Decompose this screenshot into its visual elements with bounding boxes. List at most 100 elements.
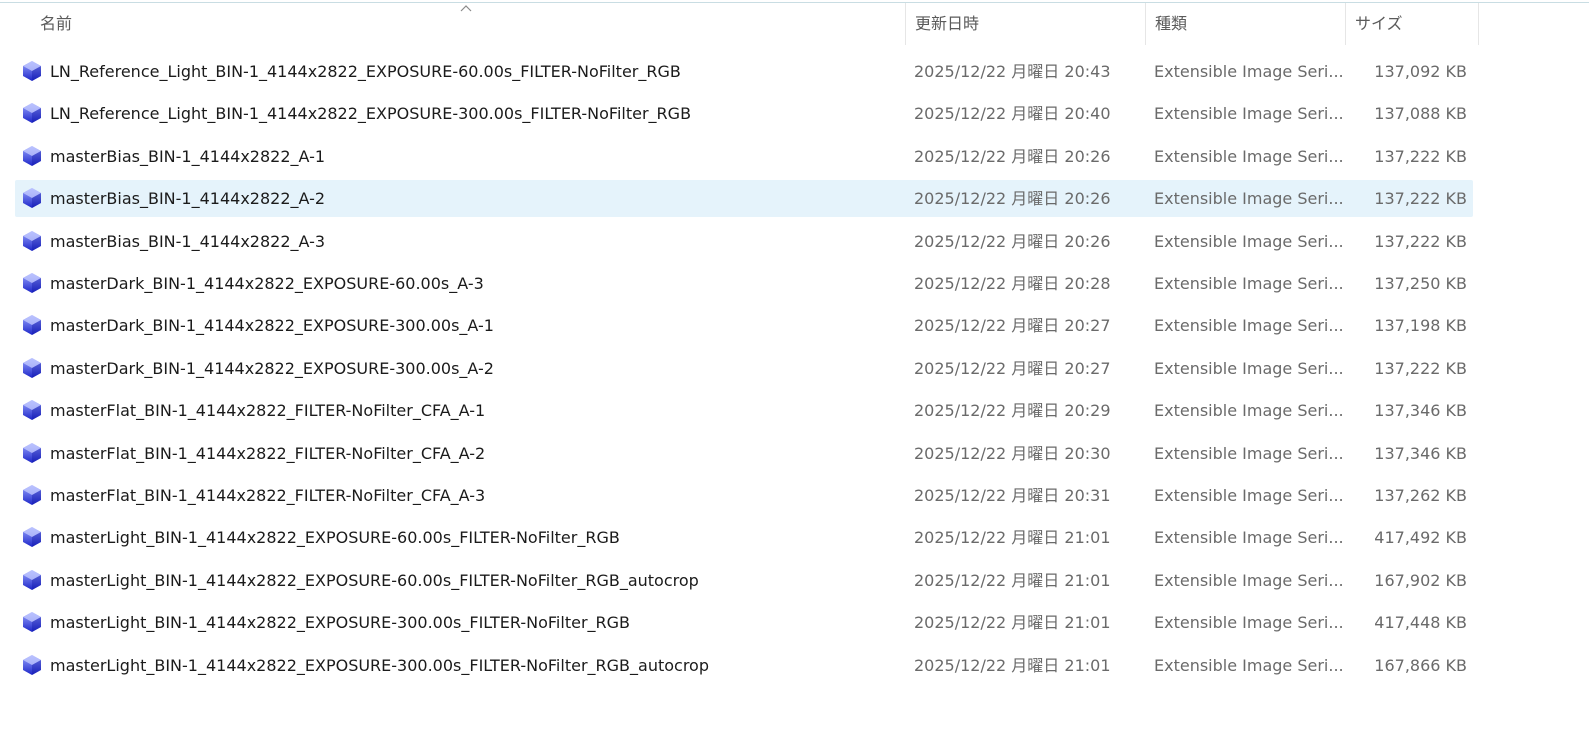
file-modified-date: 2025/12/22 月曜日 20:31 [914,486,1111,505]
file-row[interactable]: masterBias_BIN-1_4144x2822_A-2 2025/12/22… [15,180,1473,217]
file-name: masterLight_BIN-1_4144x2822_EXPOSURE-60.… [50,571,699,590]
file-row[interactable]: LN_Reference_Light_BIN-1_4144x2822_EXPOS… [15,95,1473,132]
column-header-name-label: 名前 [40,14,73,33]
column-header-size[interactable]: サイズ [1355,3,1477,45]
file-size: 167,866 KB [1374,656,1467,675]
xisf-file-icon [23,400,41,420]
xisf-file-icon [23,358,41,378]
column-header-row: 名前 更新日時 種類 サイズ [0,3,1480,45]
file-type: Extensible Image Seri... [1154,104,1344,123]
file-row[interactable]: masterBias_BIN-1_4144x2822_A-3 2025/12/22… [15,223,1473,260]
column-header-date-label: 更新日時 [915,14,980,33]
xisf-file-icon [23,655,41,675]
file-type: Extensible Image Seri... [1154,571,1344,590]
file-modified-date: 2025/12/22 月曜日 20:28 [914,274,1111,293]
xisf-file-icon [23,188,41,208]
column-header-date[interactable]: 更新日時 [915,3,1145,45]
file-modified-date: 2025/12/22 月曜日 20:27 [914,359,1111,378]
file-row[interactable]: masterFlat_BIN-1_4144x2822_FILTER-NoFilt… [15,435,1473,472]
file-modified-date: 2025/12/22 月曜日 21:01 [914,571,1111,590]
file-type: Extensible Image Seri... [1154,486,1344,505]
xisf-file-icon [23,273,41,293]
file-row[interactable]: masterBias_BIN-1_4144x2822_A-1 2025/12/22… [15,138,1473,175]
file-row[interactable]: masterDark_BIN-1_4144x2822_EXPOSURE-60.0… [15,265,1473,302]
file-modified-date: 2025/12/22 月曜日 20:26 [914,189,1111,208]
file-row[interactable]: masterLight_BIN-1_4144x2822_EXPOSURE-60.… [15,562,1473,599]
file-size: 417,492 KB [1374,528,1467,547]
file-modified-date: 2025/12/22 月曜日 20:43 [914,62,1111,81]
column-divider[interactable] [905,3,906,45]
file-name: LN_Reference_Light_BIN-1_4144x2822_EXPOS… [50,104,692,123]
file-size: 167,902 KB [1374,571,1467,590]
file-modified-date: 2025/12/22 月曜日 21:01 [914,613,1111,632]
file-size: 137,092 KB [1374,62,1467,81]
file-name: masterBias_BIN-1_4144x2822_A-3 [50,232,326,251]
file-type: Extensible Image Seri... [1154,528,1344,547]
xisf-file-icon [23,485,41,505]
file-name: LN_Reference_Light_BIN-1_4144x2822_EXPOS… [50,62,681,81]
column-divider[interactable] [1145,3,1146,45]
file-name: masterFlat_BIN-1_4144x2822_FILTER-NoFilt… [50,486,486,505]
file-size: 137,222 KB [1374,359,1467,378]
xisf-file-icon [23,315,41,335]
file-explorer-details-view: 名前 更新日時 種類 サイズ LN_Reference_Light_BIN-1_… [0,0,1589,745]
file-size: 137,088 KB [1374,104,1467,123]
file-name: masterDark_BIN-1_4144x2822_EXPOSURE-300.… [50,316,494,335]
file-row[interactable]: masterFlat_BIN-1_4144x2822_FILTER-NoFilt… [15,477,1473,514]
file-type: Extensible Image Seri... [1154,189,1344,208]
xisf-file-icon [23,570,41,590]
file-name: masterLight_BIN-1_4144x2822_EXPOSURE-300… [50,656,709,675]
file-row[interactable]: masterLight_BIN-1_4144x2822_EXPOSURE-60.… [15,519,1473,556]
file-name: masterBias_BIN-1_4144x2822_A-1 [50,147,326,166]
file-row[interactable]: masterDark_BIN-1_4144x2822_EXPOSURE-300.… [15,350,1473,387]
xisf-file-icon [23,61,41,81]
xisf-file-icon [23,103,41,123]
file-modified-date: 2025/12/22 月曜日 20:27 [914,316,1111,335]
xisf-file-icon [23,146,41,166]
xisf-file-icon [23,443,41,463]
xisf-file-icon [23,612,41,632]
file-name: masterLight_BIN-1_4144x2822_EXPOSURE-300… [50,613,631,632]
file-row[interactable]: masterFlat_BIN-1_4144x2822_FILTER-NoFilt… [15,392,1473,429]
file-modified-date: 2025/12/22 月曜日 21:01 [914,656,1111,675]
file-type: Extensible Image Seri... [1154,62,1344,81]
file-size: 137,222 KB [1374,232,1467,251]
file-size: 137,222 KB [1374,189,1467,208]
file-name: masterBias_BIN-1_4144x2822_A-2 [50,189,326,208]
file-type: Extensible Image Seri... [1154,444,1344,463]
file-row[interactable]: masterDark_BIN-1_4144x2822_EXPOSURE-300.… [15,307,1473,344]
file-type: Extensible Image Seri... [1154,359,1344,378]
column-header-name[interactable]: 名前 [40,3,904,45]
file-modified-date: 2025/12/22 月曜日 20:29 [914,401,1111,420]
file-size: 137,222 KB [1374,147,1467,166]
file-modified-date: 2025/12/22 月曜日 20:40 [914,104,1111,123]
file-type: Extensible Image Seri... [1154,147,1344,166]
column-header-type[interactable]: 種類 [1155,3,1345,45]
file-name: masterDark_BIN-1_4144x2822_EXPOSURE-300.… [50,359,494,378]
column-header-type-label: 種類 [1155,14,1188,33]
file-type: Extensible Image Seri... [1154,274,1344,293]
file-row[interactable]: masterLight_BIN-1_4144x2822_EXPOSURE-300… [15,647,1473,684]
file-size: 137,198 KB [1374,316,1467,335]
file-row[interactable]: masterLight_BIN-1_4144x2822_EXPOSURE-300… [15,604,1473,641]
file-size: 417,448 KB [1374,613,1467,632]
column-header-size-label: サイズ [1355,14,1403,33]
file-row[interactable]: LN_Reference_Light_BIN-1_4144x2822_EXPOS… [15,53,1473,90]
file-modified-date: 2025/12/22 月曜日 20:26 [914,147,1111,166]
column-divider[interactable] [1345,3,1346,45]
file-name: masterFlat_BIN-1_4144x2822_FILTER-NoFilt… [50,401,486,420]
xisf-file-icon [23,231,41,251]
file-name: masterDark_BIN-1_4144x2822_EXPOSURE-60.0… [50,274,484,293]
xisf-file-icon [23,527,41,547]
file-size: 137,346 KB [1374,444,1467,463]
file-size: 137,250 KB [1374,274,1467,293]
file-name: masterLight_BIN-1_4144x2822_EXPOSURE-60.… [50,528,620,547]
file-type: Extensible Image Seri... [1154,401,1344,420]
file-type: Extensible Image Seri... [1154,316,1344,335]
file-type: Extensible Image Seri... [1154,613,1344,632]
column-divider[interactable] [1478,3,1479,45]
file-modified-date: 2025/12/22 月曜日 20:26 [914,232,1111,251]
file-type: Extensible Image Seri... [1154,656,1344,675]
file-modified-date: 2025/12/22 月曜日 20:30 [914,444,1111,463]
file-name: masterFlat_BIN-1_4144x2822_FILTER-NoFilt… [50,444,486,463]
